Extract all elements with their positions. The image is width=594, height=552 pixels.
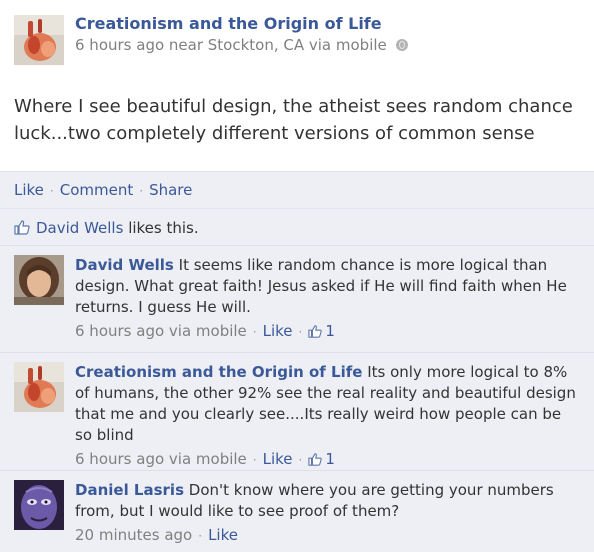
post-header: Creationism and the Origin of Life 6 hou…	[0, 0, 594, 68]
comment-item: Creationism and the Origin of Life Its o…	[0, 352, 594, 470]
comment-meta: 6 hours ago via mobile · Like · 1	[75, 449, 580, 472]
post-meta: 6 hours ago near Stockton, CA via mobile	[75, 36, 408, 54]
comment-meta: 20 minutes ago · Like	[75, 525, 580, 547]
separator: ·	[139, 184, 144, 198]
comment-author-link[interactable]: David Wells	[75, 256, 174, 274]
comment-like-button[interactable]: Like	[263, 322, 293, 340]
separator: ·	[252, 453, 257, 467]
like-count-value: 1	[325, 450, 335, 468]
separator: ·	[49, 184, 54, 198]
likes-suffix: likes this.	[123, 219, 199, 237]
globe-icon	[395, 39, 408, 51]
likes-summary: David Wells likes this.	[0, 208, 594, 245]
post-actions-bar: Like · Comment · Share	[0, 171, 594, 208]
thumbs-up-icon	[14, 220, 30, 239]
comment-item: Daniel Lasris Don't know where you are g…	[0, 470, 594, 552]
comment-timestamp[interactable]: 20 minutes ago	[75, 526, 192, 544]
commenter-avatar[interactable]	[14, 480, 64, 530]
thumbs-up-icon	[308, 323, 323, 344]
separator: ·	[198, 529, 203, 543]
comment-meta: 6 hours ago via mobile · Like · 1	[75, 321, 580, 344]
post-text: Where I see beautiful design, the atheis…	[14, 96, 573, 144]
liker-name-link[interactable]: David Wells	[36, 219, 123, 237]
page-avatar[interactable]	[14, 15, 64, 65]
like-button[interactable]: Like	[14, 181, 44, 199]
comment-like-count[interactable]: 1	[308, 450, 335, 468]
post-author-link[interactable]: Creationism and the Origin of Life	[75, 14, 382, 33]
share-button[interactable]: Share	[149, 181, 192, 199]
commenter-avatar[interactable]	[14, 255, 64, 305]
thumbs-up-icon	[308, 451, 323, 472]
comment-like-button[interactable]: Like	[263, 450, 293, 468]
separator: ·	[298, 325, 303, 339]
comment-author-link[interactable]: Creationism and the Origin of Life	[75, 363, 362, 381]
comment-timestamp[interactable]: 6 hours ago via mobile	[75, 322, 247, 340]
comment-button[interactable]: Comment	[60, 181, 134, 199]
like-count-value: 1	[325, 322, 335, 340]
comment-like-button[interactable]: Like	[208, 526, 238, 544]
comment-item: David Wells It seems like random chance …	[0, 245, 594, 352]
separator: ·	[252, 325, 257, 339]
separator: ·	[298, 453, 303, 467]
commenter-avatar[interactable]	[14, 362, 64, 412]
comment-like-count[interactable]: 1	[308, 322, 335, 340]
post-timestamp[interactable]: 6 hours ago near Stockton, CA via mobile	[75, 36, 387, 54]
comment-timestamp[interactable]: 6 hours ago via mobile	[75, 450, 247, 468]
comment-author-link[interactable]: Daniel Lasris	[75, 481, 184, 499]
